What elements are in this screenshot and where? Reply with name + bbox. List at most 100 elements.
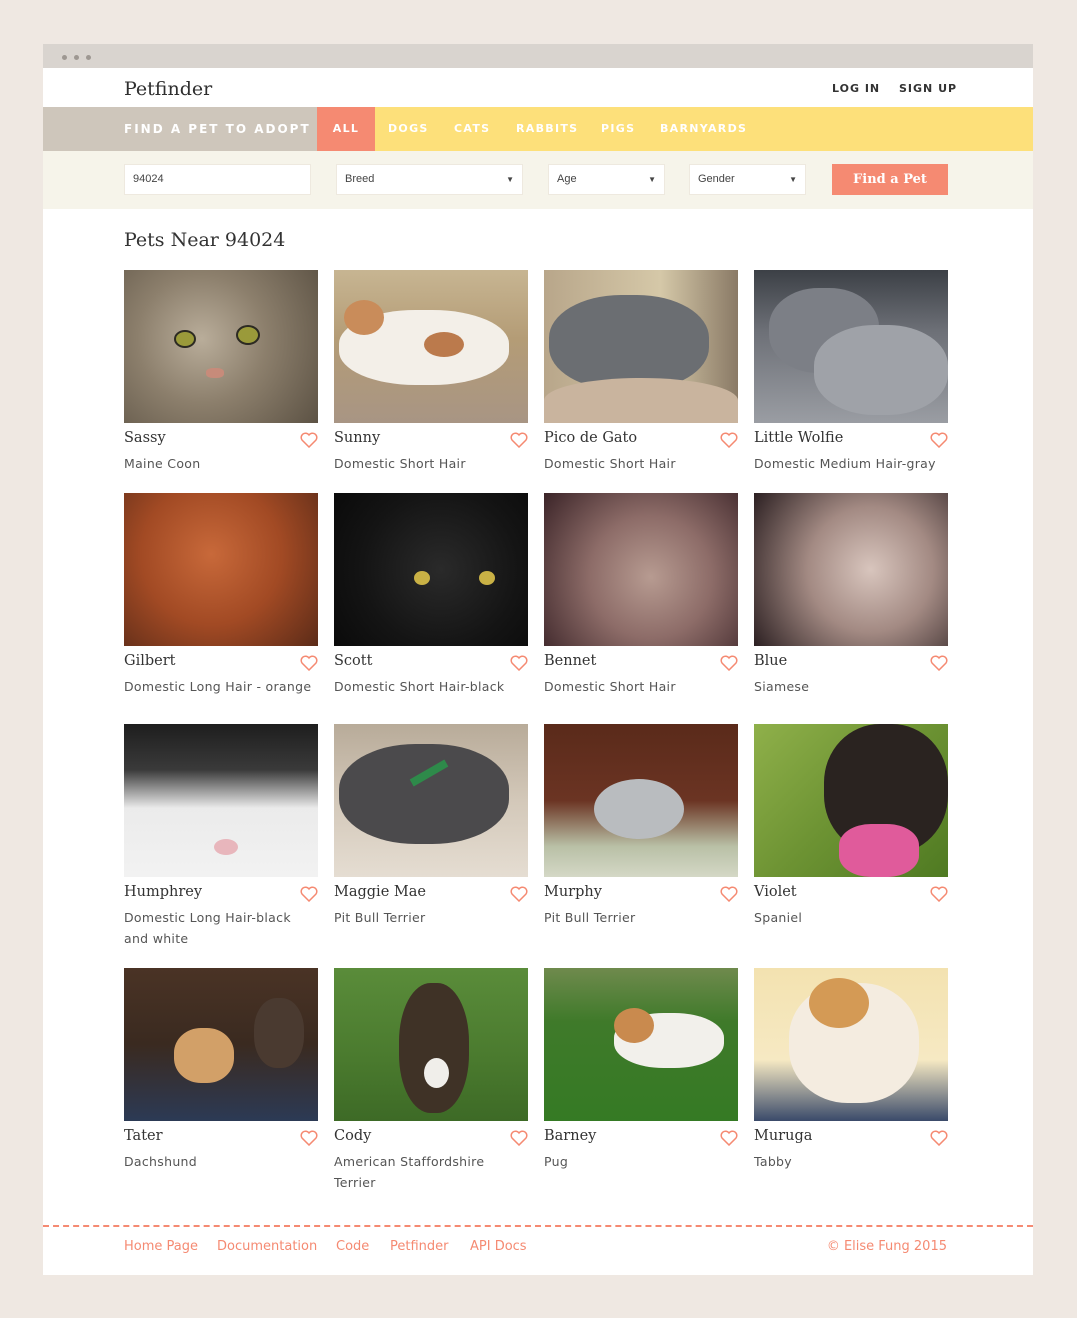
heart-icon[interactable] — [720, 886, 738, 903]
heart-icon[interactable] — [300, 886, 318, 903]
pet-card[interactable]: Tater Dachshund — [124, 968, 318, 1169]
pet-card[interactable]: Blue Siamese — [754, 493, 948, 694]
heart-icon[interactable] — [720, 1130, 738, 1147]
pet-name: Sunny — [334, 430, 381, 446]
tab-barnyards[interactable]: BARNYARDS — [660, 107, 747, 151]
find-pet-button[interactable]: Find a Pet — [832, 164, 948, 195]
pet-name: Tater — [124, 1128, 163, 1144]
tab-dogs[interactable]: DOGS — [388, 107, 429, 151]
pet-card[interactable]: Barney Pug — [544, 968, 738, 1169]
pet-breed: Domestic Long Hair-black and white — [124, 910, 291, 946]
footer-link-documentation[interactable]: Documentation — [217, 1239, 317, 1254]
footer-link-home[interactable]: Home Page — [124, 1239, 198, 1254]
pet-breed: Siamese — [754, 679, 810, 694]
pet-card[interactable]: Gilbert Domestic Long Hair - orange — [124, 493, 318, 694]
pet-photo[interactable] — [124, 270, 318, 423]
pet-card[interactable]: Pico de Gato Domestic Short Hair — [544, 270, 738, 471]
pet-card[interactable]: Cody American Staffordshire Terrier — [334, 968, 528, 1190]
pet-card[interactable]: Maggie Mae Pit Bull Terrier — [334, 724, 528, 925]
pet-card[interactable]: Little Wolfie Domestic Medium Hair-gray — [754, 270, 948, 471]
pet-name: Muruga — [754, 1128, 813, 1144]
pet-photo[interactable] — [754, 968, 948, 1121]
browser-window: Petfinder LOG IN SIGN UP FIND A PET TO A… — [43, 44, 1033, 1275]
pet-breed: Domestic Medium Hair-gray — [754, 456, 936, 471]
logo[interactable]: Petfinder — [124, 78, 212, 100]
pet-photo[interactable] — [754, 493, 948, 646]
zip-value: 94024 — [133, 173, 164, 185]
pet-name: Maggie Mae — [334, 884, 426, 900]
zip-input[interactable]: 94024 — [124, 164, 311, 195]
pet-breed: Tabby — [754, 1154, 792, 1169]
pet-photo[interactable] — [544, 968, 738, 1121]
footer-link-petfinder[interactable]: Petfinder — [390, 1239, 449, 1254]
pet-name: Gilbert — [124, 653, 176, 669]
window-dot — [62, 55, 67, 60]
pet-card[interactable]: Muruga Tabby — [754, 968, 948, 1169]
pet-card[interactable]: Violet Spaniel — [754, 724, 948, 925]
pet-breed: Domestic Short Hair — [544, 456, 676, 471]
heart-icon[interactable] — [510, 655, 528, 672]
pet-breed: Domestic Long Hair - orange — [124, 679, 312, 694]
pet-photo[interactable] — [124, 968, 318, 1121]
chevron-down-icon: ▼ — [506, 175, 514, 184]
age-select[interactable]: Age ▼ — [548, 164, 665, 195]
pet-photo[interactable] — [334, 968, 528, 1121]
pet-photo[interactable] — [754, 270, 948, 423]
pet-photo[interactable] — [334, 270, 528, 423]
pet-name: Murphy — [544, 884, 602, 900]
heart-icon[interactable] — [300, 1130, 318, 1147]
pet-photo[interactable] — [754, 724, 948, 877]
pet-photo[interactable] — [334, 724, 528, 877]
heart-icon[interactable] — [930, 1130, 948, 1147]
heart-icon[interactable] — [930, 655, 948, 672]
pet-name: Violet — [754, 884, 797, 900]
pet-card[interactable]: Sunny Domestic Short Hair — [334, 270, 528, 471]
window-dot — [86, 55, 91, 60]
pet-breed: Spaniel — [754, 910, 803, 925]
pet-breed: Dachshund — [124, 1154, 197, 1169]
pet-photo[interactable] — [544, 493, 738, 646]
login-link[interactable]: LOG IN — [832, 82, 880, 95]
pet-photo[interactable] — [334, 493, 528, 646]
heart-icon[interactable] — [510, 886, 528, 903]
heart-icon[interactable] — [510, 1130, 528, 1147]
signup-link[interactable]: SIGN UP — [899, 82, 957, 95]
category-nav: FIND A PET TO ADOPT ALL DOGS CATS RABBIT… — [43, 107, 1033, 151]
pet-card[interactable]: Scott Domestic Short Hair-black — [334, 493, 528, 694]
pet-card[interactable]: Bennet Domestic Short Hair — [544, 493, 738, 694]
pet-photo[interactable] — [124, 724, 318, 877]
pet-card[interactable]: Sassy Maine Coon — [124, 270, 318, 471]
pet-breed: Domestic Short Hair — [334, 456, 466, 471]
heart-icon[interactable] — [930, 886, 948, 903]
heart-icon[interactable] — [300, 655, 318, 672]
footer-divider — [43, 1225, 1033, 1227]
page-title: Pets Near 94024 — [124, 229, 286, 251]
pet-photo[interactable] — [544, 724, 738, 877]
breed-select[interactable]: Breed ▼ — [336, 164, 523, 195]
pet-card[interactable]: Murphy Pit Bull Terrier — [544, 724, 738, 925]
heart-icon[interactable] — [720, 432, 738, 449]
pet-breed: American Staffordshire Terrier — [334, 1154, 485, 1190]
footer-link-api-docs[interactable]: API Docs — [470, 1239, 527, 1254]
age-value: Age — [557, 173, 577, 185]
heart-icon[interactable] — [930, 432, 948, 449]
heart-icon[interactable] — [510, 432, 528, 449]
pet-photo[interactable] — [124, 493, 318, 646]
footer-link-code[interactable]: Code — [336, 1239, 369, 1254]
pet-name: Barney — [544, 1128, 597, 1144]
pet-name: Scott — [334, 653, 373, 669]
tab-cats[interactable]: CATS — [454, 107, 490, 151]
tab-all[interactable]: ALL — [317, 107, 375, 151]
gender-select[interactable]: Gender ▼ — [689, 164, 806, 195]
pet-name: Bennet — [544, 653, 597, 669]
pet-photo[interactable] — [544, 270, 738, 423]
tab-pigs[interactable]: PIGS — [601, 107, 635, 151]
tab-rabbits[interactable]: RABBITS — [516, 107, 578, 151]
pet-card[interactable]: Humphrey Domestic Long Hair-black and wh… — [124, 724, 318, 946]
pet-name: Cody — [334, 1128, 372, 1144]
breed-value: Breed — [345, 173, 375, 185]
heart-icon[interactable] — [720, 655, 738, 672]
heart-icon[interactable] — [300, 432, 318, 449]
pet-breed: Pit Bull Terrier — [544, 910, 636, 925]
pet-breed: Domestic Short Hair — [544, 679, 676, 694]
